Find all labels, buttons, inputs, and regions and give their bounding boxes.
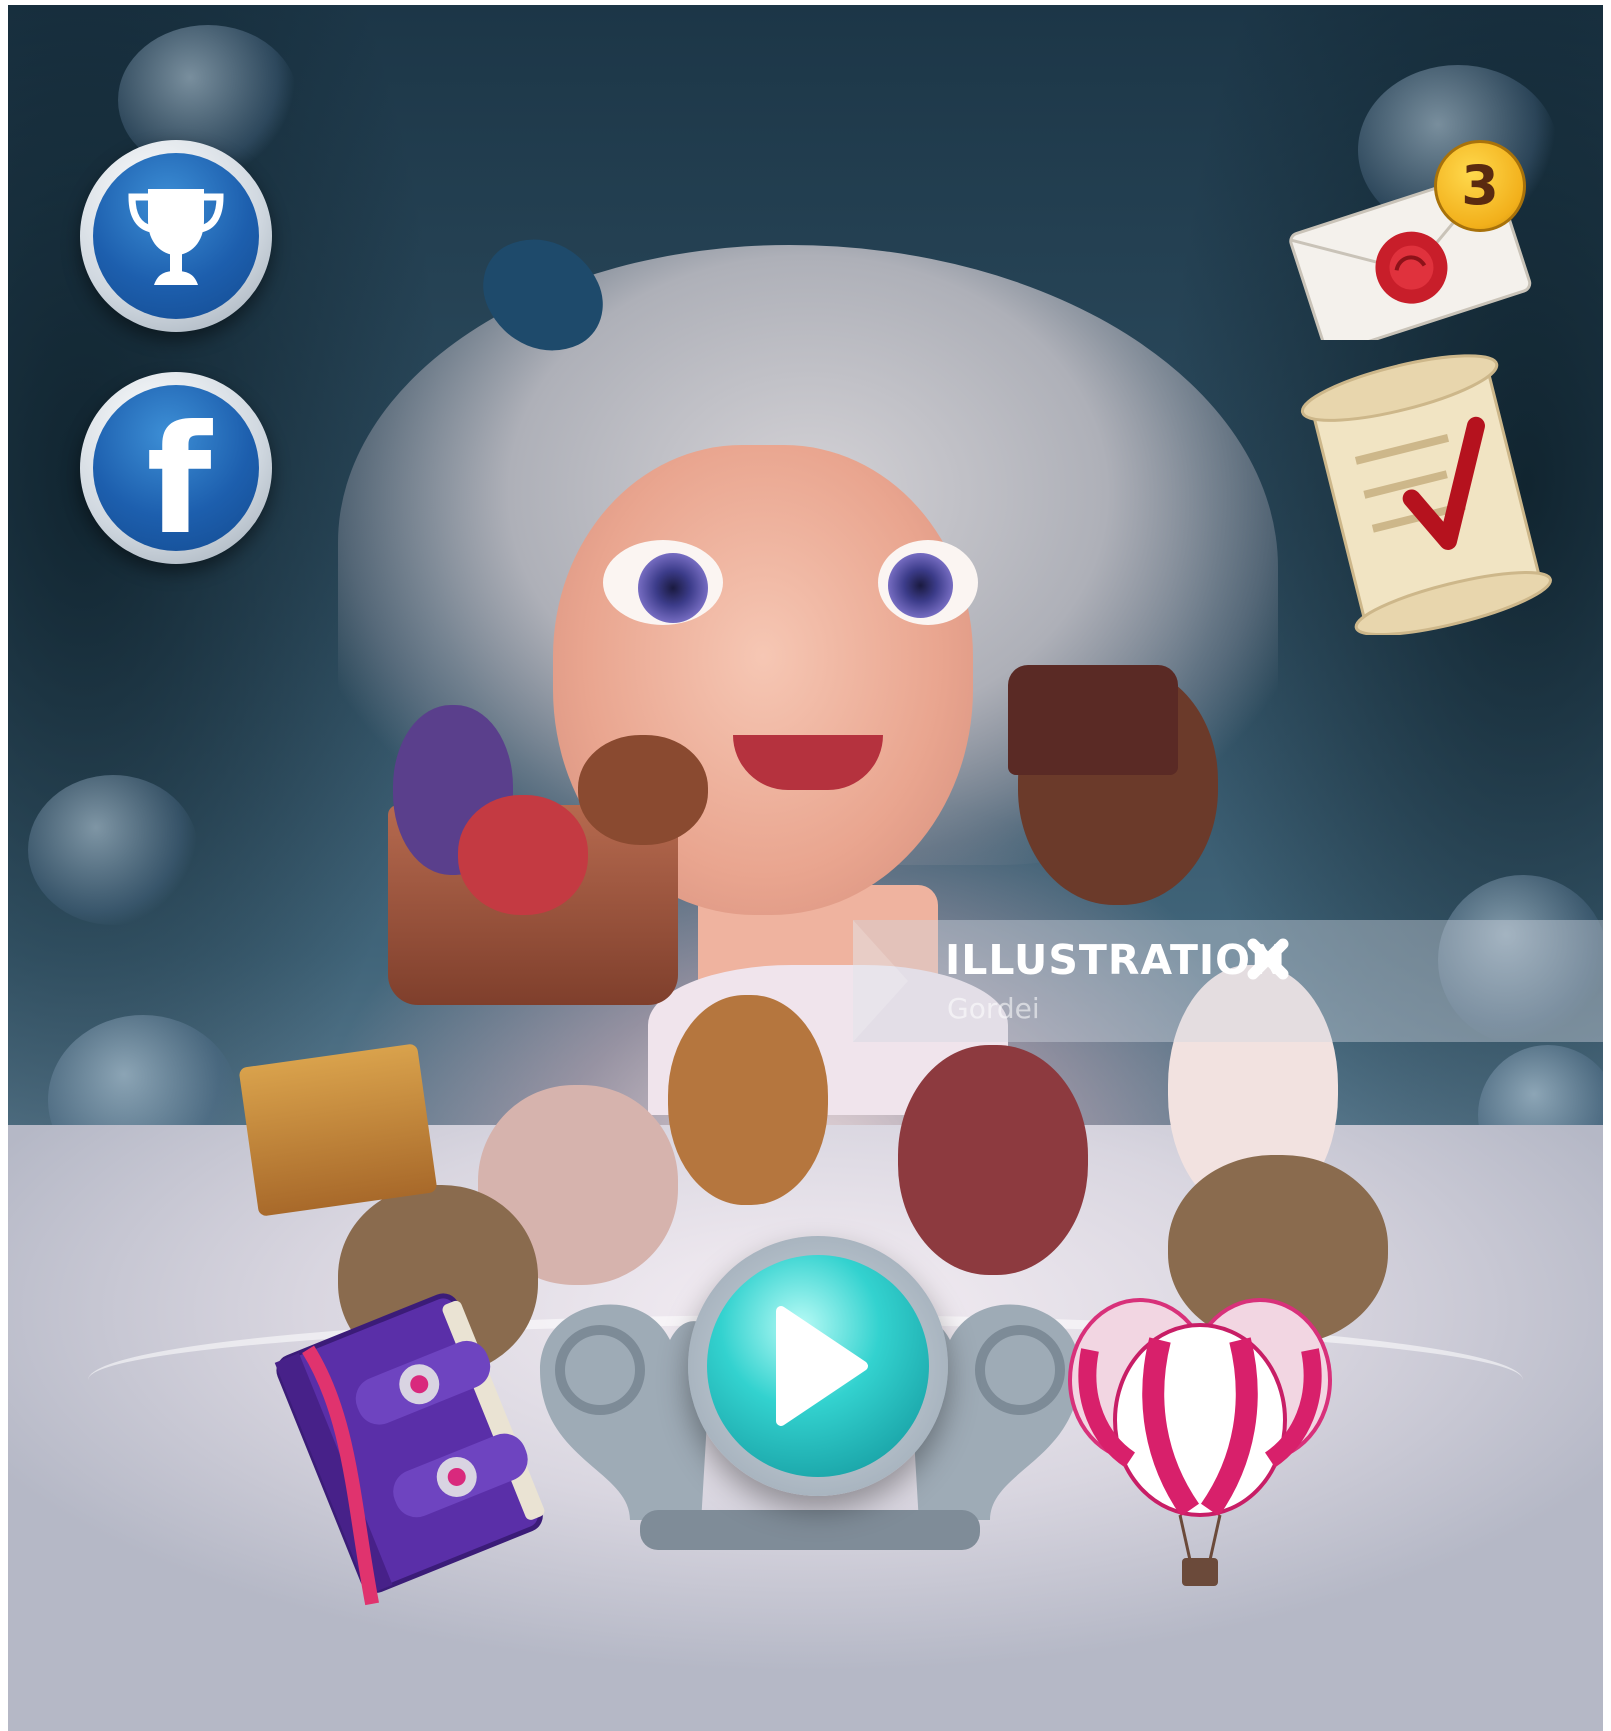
credit-title: ILLUSTRATION (945, 936, 1287, 984)
dog-with-bone (578, 735, 708, 845)
play-button-face (707, 1255, 929, 1477)
spellbook-icon[interactable] (255, 1280, 560, 1610)
red-creature (458, 795, 588, 915)
trophy-button[interactable] (80, 140, 272, 332)
play-button[interactable] (688, 1236, 948, 1496)
trophy-button-face (93, 153, 259, 319)
close-x-icon[interactable] (1245, 936, 1291, 982)
mustache-character (668, 995, 828, 1205)
credit-overlay-arrow (853, 920, 908, 1042)
top-hat (1008, 665, 1178, 775)
play-icon (776, 1306, 868, 1426)
credit-author: Gordei (947, 992, 1040, 1025)
rose (28, 775, 198, 925)
facebook-icon: f (146, 394, 212, 568)
alice-iris-left (638, 553, 708, 623)
facebook-button-face: f (93, 385, 259, 556)
mail-badge-count: 3 (1434, 140, 1526, 232)
trophy-icon (128, 189, 224, 285)
checklist-scroll-icon[interactable] (1290, 345, 1560, 635)
castle-signpost (238, 1043, 438, 1217)
facebook-button[interactable]: f (80, 372, 272, 564)
hot-air-balloon-icon[interactable] (1050, 1270, 1350, 1600)
alice-iris-right (888, 553, 953, 618)
